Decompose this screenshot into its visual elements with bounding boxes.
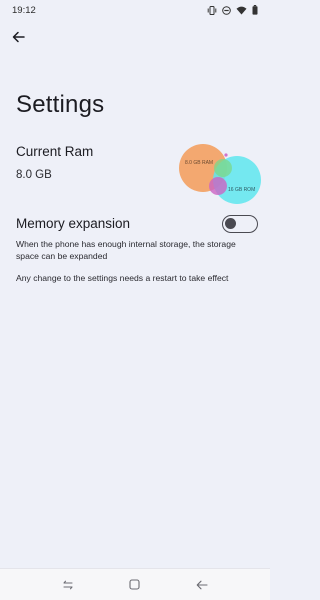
home-icon: [129, 579, 141, 590]
home-button[interactable]: [123, 573, 147, 597]
memory-venn-diagram: 8.0 GB RAM 16 GB ROM: [179, 144, 261, 204]
toggle-knob: [225, 218, 236, 229]
memory-expansion-toggle[interactable]: [222, 215, 258, 233]
back-icon: [196, 580, 208, 589]
ram-diagram-label: 8.0 GB RAM: [185, 160, 213, 166]
page-title: Settings: [16, 91, 105, 118]
wifi-icon: [236, 6, 247, 14]
dot-accent: [224, 153, 228, 157]
navigation-bar: [0, 568, 270, 600]
status-bar: 19:12: [0, 0, 270, 20]
current-ram-label: Current Ram: [16, 144, 94, 159]
back-arrow-icon: [12, 31, 25, 43]
recents-button[interactable]: [56, 573, 80, 597]
memory-expansion-description: When the phone has enough internal stora…: [16, 239, 236, 261]
status-time: 19:12: [12, 4, 36, 16]
recents-icon: [63, 580, 73, 589]
status-icons: [207, 5, 258, 15]
memory-expansion-label: Memory expansion: [16, 216, 131, 231]
battery-icon: [252, 5, 258, 15]
overlap-circle: [209, 177, 227, 195]
back-button[interactable]: [8, 27, 28, 47]
rom-diagram-label: 16 GB ROM: [228, 187, 255, 193]
accent-blob: [214, 159, 232, 177]
vibrate-icon: [207, 5, 217, 15]
dnd-icon: [222, 5, 231, 15]
restart-note: Any change to the settings needs a resta…: [16, 273, 229, 283]
current-ram-value: 8.0 GB: [16, 169, 52, 181]
nav-back-button[interactable]: [190, 573, 214, 597]
